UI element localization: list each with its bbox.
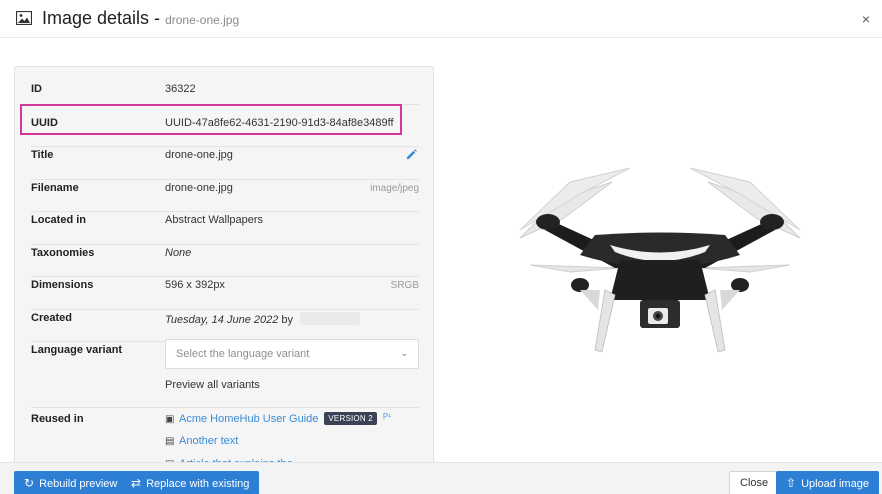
replace-with-existing-button[interactable]: ⇄ Replace with existing	[121, 471, 260, 494]
created-date: Tuesday, 14 June 2022	[165, 314, 279, 326]
taxonomies-value: None	[165, 247, 192, 259]
created-value: Tuesday, 14 June 2022 by	[165, 312, 361, 326]
dialog-title-filename: drone-one.jpg	[165, 13, 240, 27]
located-label: Located in	[31, 214, 87, 226]
title-value: drone-one.jpg	[165, 149, 233, 161]
reused-item-link[interactable]: Another text	[179, 435, 238, 447]
created-label: Created	[31, 312, 72, 324]
replace-with-existing-label: Replace with existing	[146, 478, 250, 490]
preview-variants-link[interactable]: Preview all variants	[165, 379, 260, 391]
reused-item: ▣ Acme HomeHub User Guide VERSION 2 P¹	[165, 412, 391, 425]
pencil-icon[interactable]	[406, 149, 417, 160]
uuid-highlight-box	[20, 104, 402, 135]
dimensions-value: 596 x 392px	[165, 279, 225, 291]
close-icon[interactable]: ×	[862, 11, 870, 27]
dimensions-row: Dimensions 596 x 392px SRGB	[31, 277, 419, 310]
document-icon: ▤	[165, 436, 175, 447]
dialog-title: Image details - drone-one.jpg	[42, 8, 239, 29]
reused-label: Reused in	[31, 413, 84, 425]
image-icon	[16, 11, 32, 25]
created-row: Created Tuesday, 14 June 2022 by	[31, 310, 419, 342]
book-icon: ▣	[165, 414, 175, 425]
redacted-author	[300, 312, 361, 325]
close-button[interactable]: Close	[729, 471, 780, 494]
located-link[interactable]: Abstract Wallpapers	[165, 214, 263, 226]
rebuild-preview-button[interactable]: ↻ Rebuild preview	[14, 471, 128, 494]
title-label: Title	[31, 149, 54, 161]
swap-icon: ⇄	[131, 476, 142, 490]
language-select-placeholder: Select the language variant	[176, 348, 310, 360]
upload-icon: ⇧	[786, 476, 797, 490]
drone-image	[519, 167, 801, 353]
filename-link[interactable]: drone-one.jpg	[165, 182, 233, 194]
filename-label: Filename	[31, 182, 79, 194]
refresh-icon: ↻	[24, 476, 35, 490]
title-row: Title drone-one.jpg	[31, 147, 419, 180]
chevron-down-icon: ⌄	[400, 348, 408, 358]
id-label: ID	[31, 83, 42, 95]
rebuild-preview-label: Rebuild preview	[39, 478, 118, 490]
dimensions-label: Dimensions	[31, 279, 94, 291]
id-value: 36322	[165, 83, 196, 95]
dialog-footer: ↻ Rebuild preview ⇄ Replace with existing …	[0, 462, 882, 494]
dialog-header: Image details - drone-one.jpg ×	[0, 0, 882, 38]
taxonomies-label: Taxonomies	[31, 247, 95, 259]
close-button-label: Close	[740, 477, 769, 489]
version-badge: VERSION 2	[324, 412, 377, 425]
taxonomies-row: Taxonomies None	[31, 245, 419, 277]
upload-image-label: Upload image	[801, 478, 869, 490]
reused-row: Reused in ▣ Acme HomeHub User Guide VERSIO…	[31, 408, 419, 466]
language-label: Language variant	[31, 344, 123, 356]
reused-item: ▤ Another text	[165, 435, 238, 447]
reused-item-link[interactable]: Acme HomeHub User Guide	[179, 413, 318, 425]
id-row: ID 36322	[31, 83, 419, 105]
language-row: Language variant Select the language var…	[31, 339, 419, 408]
upload-image-button[interactable]: ⇧ Upload image	[776, 471, 879, 494]
color-space: SRGB	[390, 280, 419, 291]
dialog-title-text: Image details -	[42, 8, 161, 28]
filename-row: Filename drone-one.jpg image/jpeg	[31, 180, 419, 212]
created-by: by	[281, 314, 294, 326]
publication-marker: P¹	[382, 412, 391, 421]
located-row: Located in Abstract Wallpapers	[31, 212, 419, 245]
mime-type: image/jpeg	[370, 183, 419, 194]
language-select[interactable]: Select the language variant ⌄	[165, 339, 419, 369]
